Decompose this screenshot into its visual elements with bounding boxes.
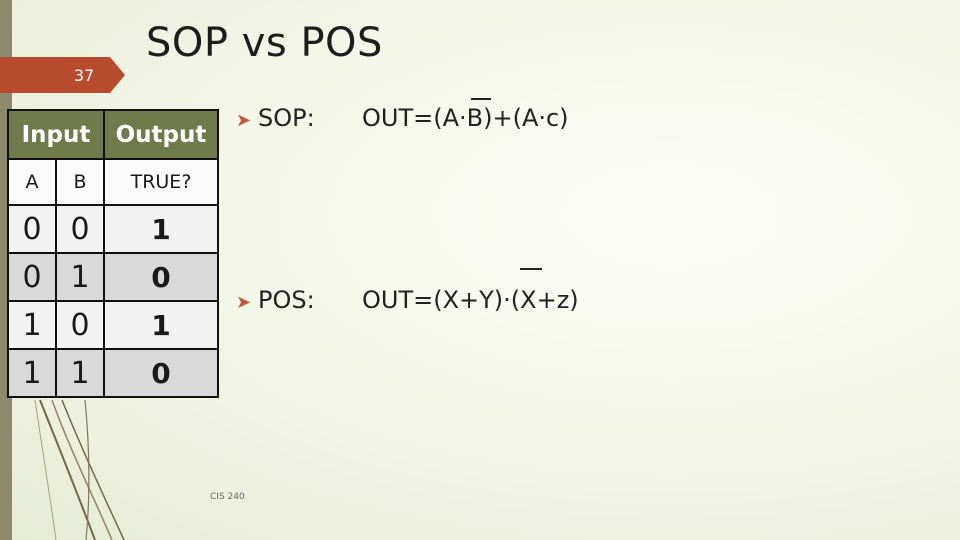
cell-b: 1 [55,348,105,398]
slide-number-shape [0,57,125,93]
cell-b: 0 [55,300,105,350]
cell-a: 0 [7,204,57,254]
cell-out: 0 [103,252,219,302]
cell-a: 0 [7,252,57,302]
truth-table: Input Output A B TRUE? 0 0 1 0 1 0 1 0 1… [7,109,219,398]
subheader-true: TRUE? [103,158,219,206]
pos-label: POS: [258,286,315,314]
table-row: 1 0 1 [7,300,219,350]
slide-number-tab [0,57,125,93]
cell-out: 0 [103,348,219,398]
table-row: 0 0 1 [7,204,219,254]
header-output: Output [103,109,219,160]
cell-out: 1 [103,204,219,254]
header-input: Input [7,109,105,160]
table-header-row: Input Output [7,109,219,160]
footer-course: CIS 240 [210,492,245,502]
pos-expression: OUT=(X+Y)·(X+z) [362,286,579,314]
table-subheader-row: A B TRUE? [7,158,219,206]
slide: 37 SOP vs POS Input Output A B TRUE? 0 0… [0,0,960,540]
sop-expression: OUT=(A·B)+(A·c) [362,104,569,132]
cell-a: 1 [7,348,57,398]
x-complement-bar [520,268,542,270]
b-complement-bar [471,98,491,100]
slide-title: SOP vs POS [146,20,383,66]
cell-b: 1 [55,252,105,302]
sop-label: SOP: [258,104,315,132]
arrow-bullet-icon: ➤ [236,292,252,313]
cell-b: 0 [55,204,105,254]
subheader-b: B [55,158,105,206]
cell-a: 1 [7,300,57,350]
arrow-bullet-icon: ➤ [236,110,252,131]
subheader-a: A [7,158,57,206]
slide-number: 37 [73,66,95,85]
table-row: 0 1 0 [7,252,219,302]
table-row: 1 1 0 [7,348,219,398]
cell-out: 1 [103,300,219,350]
